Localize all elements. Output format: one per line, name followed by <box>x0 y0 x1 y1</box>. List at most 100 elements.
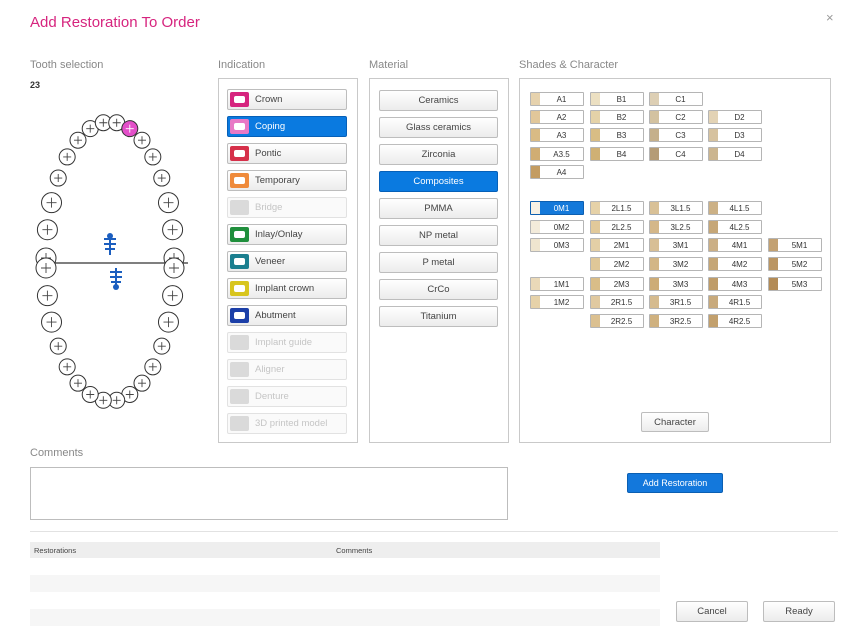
shade-b3[interactable]: B3 <box>590 128 644 142</box>
indication-temporary[interactable]: Temporary <box>227 170 347 191</box>
comments-input[interactable] <box>30 467 508 520</box>
shade-3r1-5[interactable]: 3R1.5 <box>649 295 703 309</box>
indication-crown[interactable]: Crown <box>227 89 347 110</box>
tooth[interactable] <box>153 337 171 355</box>
tooth[interactable] <box>157 311 179 333</box>
material-pmma[interactable]: PMMA <box>379 198 498 219</box>
table-row <box>30 575 660 592</box>
material-p-metal[interactable]: P metal <box>379 252 498 273</box>
indication-veneer[interactable]: Veneer <box>227 251 347 272</box>
tooth[interactable] <box>58 148 76 166</box>
tooth[interactable] <box>121 120 139 138</box>
tooth[interactable] <box>162 219 184 241</box>
shade-3m1[interactable]: 3M1 <box>649 238 703 252</box>
indication-aligner[interactable]: Aligner <box>227 359 347 380</box>
shade-4l1-5[interactable]: 4L1.5 <box>708 201 762 215</box>
shade-d2[interactable]: D2 <box>708 110 762 124</box>
shade-b1[interactable]: B1 <box>590 92 644 106</box>
shade-b2[interactable]: B2 <box>590 110 644 124</box>
shade-4m2[interactable]: 4M2 <box>708 257 762 271</box>
tooth[interactable] <box>133 374 151 392</box>
shade-3l1-5[interactable]: 3L1.5 <box>649 201 703 215</box>
shade-0m2[interactable]: 0M2 <box>530 220 584 234</box>
shade-5m1[interactable]: 5M1 <box>768 238 822 252</box>
tooth[interactable] <box>157 192 179 214</box>
indication-3d-printed-model[interactable]: 3D printed model <box>227 413 347 434</box>
tooth[interactable] <box>36 219 58 241</box>
cancel-button[interactable]: Cancel <box>676 601 748 622</box>
material-np-metal[interactable]: NP metal <box>379 225 498 246</box>
shade-4m3[interactable]: 4M3 <box>708 277 762 291</box>
indication-implant-guide[interactable]: Implant guide <box>227 332 347 353</box>
tooth[interactable] <box>153 169 171 187</box>
tooth[interactable] <box>69 131 87 149</box>
tooth[interactable] <box>49 337 67 355</box>
shade-c4[interactable]: C4 <box>649 147 703 161</box>
shade-2l2-5[interactable]: 2L2.5 <box>590 220 644 234</box>
tooth[interactable] <box>49 169 67 187</box>
shade-2m2[interactable]: 2M2 <box>590 257 644 271</box>
shade-a4[interactable]: A4 <box>530 165 584 179</box>
tooth[interactable] <box>69 374 87 392</box>
character-button[interactable]: Character <box>641 412 709 432</box>
shade-a3[interactable]: A3 <box>530 128 584 142</box>
tooth[interactable] <box>162 285 184 307</box>
shade-d3[interactable]: D3 <box>708 128 762 142</box>
indication-pontic[interactable]: Pontic <box>227 143 347 164</box>
tooth[interactable] <box>41 311 63 333</box>
tooth[interactable] <box>81 385 99 403</box>
shade-3m2[interactable]: 3M2 <box>649 257 703 271</box>
shade-4r1-5[interactable]: 4R1.5 <box>708 295 762 309</box>
tooth[interactable] <box>41 192 63 214</box>
shade-1m2[interactable]: 1M2 <box>530 295 584 309</box>
shade-2m3[interactable]: 2M3 <box>590 277 644 291</box>
shade-a2[interactable]: A2 <box>530 110 584 124</box>
tooth[interactable] <box>144 148 162 166</box>
shade-3m3[interactable]: 3M3 <box>649 277 703 291</box>
indication-inlay-onlay[interactable]: Inlay/Onlay <box>227 224 347 245</box>
shade-4l2-5[interactable]: 4L2.5 <box>708 220 762 234</box>
indication-coping[interactable]: Coping <box>227 116 347 137</box>
ready-button[interactable]: Ready <box>763 601 835 622</box>
shade-3r2-5[interactable]: 3R2.5 <box>649 314 703 328</box>
shade-d4[interactable]: D4 <box>708 147 762 161</box>
shade-4m1[interactable]: 4M1 <box>708 238 762 252</box>
material-composites[interactable]: Composites <box>379 171 498 192</box>
shade-0m3[interactable]: 0M3 <box>530 238 584 252</box>
material-glass-ceramics[interactable]: Glass ceramics <box>379 117 498 138</box>
tooth[interactable] <box>163 257 185 279</box>
add-restoration-button[interactable]: Add Restoration <box>627 473 723 493</box>
shade-2m1[interactable]: 2M1 <box>590 238 644 252</box>
shade-c3[interactable]: C3 <box>649 128 703 142</box>
indication-denture[interactable]: Denture <box>227 386 347 407</box>
shade-0m1[interactable]: 0M1 <box>530 201 584 215</box>
shade-a3-5[interactable]: A3.5 <box>530 147 584 161</box>
indication-abutment[interactable]: Abutment <box>227 305 347 326</box>
shade-3l2-5[interactable]: 3L2.5 <box>649 220 703 234</box>
shade-2l1-5[interactable]: 2L1.5 <box>590 201 644 215</box>
shade-2r1-5[interactable]: 2R1.5 <box>590 295 644 309</box>
indication-bridge[interactable]: Bridge <box>227 197 347 218</box>
material-zirconia[interactable]: Zirconia <box>379 144 498 165</box>
tooth[interactable] <box>36 285 58 307</box>
shade-4r2-5[interactable]: 4R2.5 <box>708 314 762 328</box>
close-icon[interactable]: × <box>826 10 834 26</box>
material-crco[interactable]: CrCo <box>379 279 498 300</box>
indication-implant-crown[interactable]: Implant crown <box>227 278 347 299</box>
tooth[interactable] <box>35 257 57 279</box>
shade-c2[interactable]: C2 <box>649 110 703 124</box>
material-ceramics[interactable]: Ceramics <box>379 90 498 111</box>
tooth[interactable] <box>144 358 162 376</box>
shade-5m2[interactable]: 5M2 <box>768 257 822 271</box>
teeth-group[interactable] <box>35 114 185 409</box>
tooth[interactable] <box>58 358 76 376</box>
shade-2r2-5[interactable]: 2R2.5 <box>590 314 644 328</box>
shade-a1[interactable]: A1 <box>530 92 584 106</box>
tooth-chart[interactable] <box>30 108 190 428</box>
material-titanium[interactable]: Titanium <box>379 306 498 327</box>
shade-c1[interactable]: C1 <box>649 92 703 106</box>
shade-b4[interactable]: B4 <box>590 147 644 161</box>
tooth[interactable] <box>133 131 151 149</box>
shade-5m3[interactable]: 5M3 <box>768 277 822 291</box>
shade-1m1[interactable]: 1M1 <box>530 277 584 291</box>
